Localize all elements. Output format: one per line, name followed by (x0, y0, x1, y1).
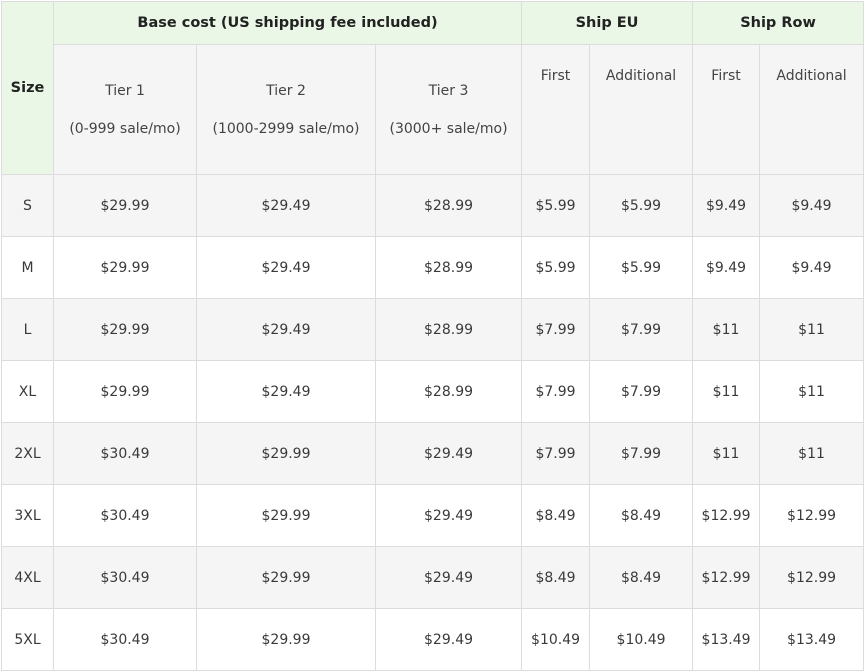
tier-3-cell: $28.99 (374, 236, 523, 299)
size-cell: M (1, 236, 54, 299)
eu-additional-cell: $8.49 (589, 484, 694, 547)
tier-1-cell: $29.99 (53, 298, 197, 361)
tier-2-cell: $29.49 (196, 174, 376, 237)
eu-first-cell: $5.99 (521, 174, 591, 237)
tier-1-cell: $29.99 (53, 236, 197, 299)
row-first-cell: $11 (692, 422, 761, 485)
tier-3-cell: $29.49 (374, 484, 523, 547)
tier-3-range: (3000+ sale/mo) (389, 120, 508, 137)
size-cell: 3XL (1, 484, 54, 547)
row-additional-cell: $11 (759, 422, 865, 485)
tier-1-cell: $30.49 (53, 608, 197, 671)
tier-2-cell: $29.99 (196, 484, 376, 547)
row-first-cell: $9.49 (692, 174, 761, 237)
tier-1-cell: $29.99 (53, 174, 197, 237)
table-row: M $29.99 $29.49 $28.99 $5.99 $5.99 $9.49 $9.49 (1, 236, 865, 299)
table-row: S $29.99 $29.49 $28.99 $5.99 $5.99 $9.49 $9.49 (1, 174, 865, 237)
size-header: Size (1, 1, 54, 175)
subheader-row: Tier 1 (0-999 sale/mo) Tier 2 (1000-2999… (2, 44, 865, 175)
eu-first-cell: $7.99 (521, 298, 591, 361)
eu-additional-cell: $7.99 (589, 422, 694, 485)
pricing-table: Size Base cost (US shipping fee included… (1, 1, 865, 671)
tier-2-cell: $29.49 (196, 360, 376, 423)
eu-additional-cell: $10.49 (589, 608, 694, 671)
tier-2-name: Tier 2 (266, 82, 306, 99)
table-body: S $29.99 $29.49 $28.99 $5.99 $5.99 $9.49 $9.49 M… (1, 174, 865, 671)
eu-first-cell: $5.99 (521, 236, 591, 299)
tier-2-cell: $29.99 (196, 608, 376, 671)
header-row: Size Base cost (US shipping fee included… (1, 1, 865, 175)
tier-2-header: Tier 2 (1000-2999 sale/mo) (196, 44, 376, 175)
row-additional-cell: $12.99 (759, 546, 865, 609)
table-row: 4XL $30.49 $29.99 $29.49 $8.49 $8.49 $12.99 $12… (1, 546, 865, 609)
eu-additional-cell: $5.99 (589, 236, 694, 299)
tier-1-cell: $29.99 (53, 360, 197, 423)
tier-3-cell: $28.99 (374, 298, 523, 361)
row-first-cell: $9.49 (692, 236, 761, 299)
row-additional-header: Additional (759, 44, 865, 175)
eu-additional-cell: $5.99 (589, 174, 694, 237)
tier-3-name: Tier 3 (428, 82, 469, 99)
eu-first-cell: $7.99 (521, 360, 591, 423)
size-cell: 2XL (1, 422, 54, 485)
tier-2-cell: $29.99 (196, 546, 376, 609)
tier-2-cell: $29.99 (196, 422, 376, 485)
eu-first-cell: $8.49 (521, 546, 591, 609)
row-additional-cell: $11 (759, 360, 865, 423)
size-cell: 5XL (1, 608, 54, 671)
size-cell: S (1, 174, 54, 237)
table-row: XL $29.99 $29.49 $28.99 $7.99 $7.99 $11 $11 (1, 360, 865, 423)
eu-additional-header: Additional (589, 44, 694, 175)
row-additional-cell: $12.99 (759, 484, 865, 547)
table-row: 5XL $30.49 $29.99 $29.49 $10.49 $10.49 $13.49 $… (1, 608, 865, 671)
row-first-cell: $11 (692, 298, 761, 361)
tier-2-cell: $29.49 (196, 298, 376, 361)
tier-3-cell: $29.49 (374, 422, 523, 485)
table-row: L $29.99 $29.49 $28.99 $7.99 $7.99 $11 $11 (1, 298, 865, 361)
eu-first-cell: $8.49 (521, 484, 591, 547)
table-row: 2XL $30.49 $29.99 $29.49 $7.99 $7.99 $11 $11 (1, 422, 865, 485)
row-first-cell: $12.99 (692, 484, 761, 547)
size-cell: XL (1, 360, 54, 423)
eu-first-header: First (521, 44, 591, 175)
row-first-cell: $12.99 (692, 546, 761, 609)
tier-1-range: (0-999 sale/mo) (69, 120, 181, 137)
tier-3-cell: $29.49 (374, 546, 523, 609)
tier-3-cell: $28.99 (374, 360, 523, 423)
table-row: 3XL $30.49 $29.99 $29.49 $8.49 $8.49 $12.99 $12… (1, 484, 865, 547)
eu-additional-cell: $8.49 (589, 546, 694, 609)
row-additional-cell: $13.49 (759, 608, 865, 671)
tier-1-header: Tier 1 (0-999 sale/mo) (53, 44, 197, 175)
row-additional-cell: $11 (759, 298, 865, 361)
eu-additional-cell: $7.99 (589, 298, 694, 361)
size-cell: 4XL (1, 546, 54, 609)
row-additional-cell: $9.49 (759, 236, 865, 299)
tier-2-cell: $29.49 (196, 236, 376, 299)
tier-1-cell: $30.49 (53, 422, 197, 485)
base-cost-header: Base cost (US shipping fee included) (52, 1, 523, 45)
size-cell: L (1, 298, 54, 361)
ship-row-header: Ship Row (692, 1, 865, 45)
row-first-cell: $11 (692, 360, 761, 423)
tier-1-name: Tier 1 (105, 82, 145, 99)
eu-first-cell: $10.49 (521, 608, 591, 671)
tier-3-cell: $28.99 (374, 174, 523, 237)
row-first-cell: $13.49 (692, 608, 761, 671)
tier-2-range: (1000-2999 sale/mo) (212, 120, 360, 137)
tier-1-cell: $30.49 (53, 546, 197, 609)
tier-3-header: Tier 3 (3000+ sale/mo) (374, 44, 523, 175)
row-first-header: First (692, 44, 761, 175)
eu-first-cell: $7.99 (521, 422, 591, 485)
ship-eu-header: Ship EU (521, 1, 694, 45)
tier-1-cell: $30.49 (53, 484, 197, 547)
row-additional-cell: $9.49 (759, 174, 865, 237)
eu-additional-cell: $7.99 (589, 360, 694, 423)
tier-3-cell: $29.49 (374, 608, 523, 671)
